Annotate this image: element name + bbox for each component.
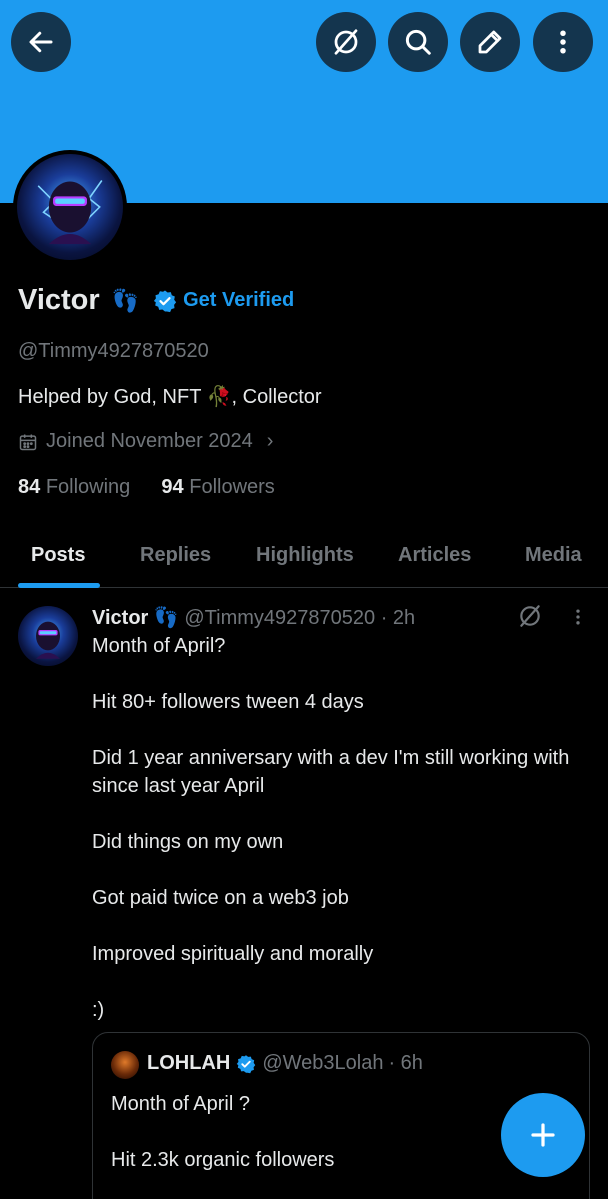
grok-icon[interactable] — [517, 603, 543, 629]
tab-media[interactable]: Media — [525, 544, 582, 567]
get-verified-link[interactable]: Get Verified — [183, 289, 294, 312]
profile-name: Victor — [18, 284, 100, 316]
edit-profile-button[interactable] — [460, 12, 520, 72]
profile-tabs: Posts Replies Highlights Articles Media — [0, 530, 608, 588]
joined-date-row[interactable]: Joined November 2024 › — [18, 430, 273, 453]
footprints-emoji: 👣 — [111, 287, 140, 313]
joined-date: Joined November 2024 — [46, 430, 253, 452]
post-line: :) — [92, 999, 105, 1021]
post-author-name[interactable]: Victor — [92, 607, 148, 629]
tab-highlights[interactable]: Highlights — [256, 544, 354, 567]
profile-bio: Helped by God, NFT 🥀, Collector — [18, 386, 322, 408]
post-author-avatar[interactable] — [18, 606, 78, 666]
follow-stats: 84 Following 94 Followers — [18, 476, 275, 499]
quoted-author-avatar — [111, 1051, 139, 1079]
quoted-line: Month of April ? — [111, 1093, 250, 1115]
more-vertical-icon[interactable] — [568, 607, 588, 627]
grok-icon — [334, 29, 358, 55]
active-tab-indicator — [18, 583, 100, 588]
post-header: Victor 👣 @Timmy4927870520 · 2h — [92, 605, 415, 630]
post-line: Did things on my own — [92, 831, 284, 853]
followers-link[interactable]: 94 Followers — [161, 476, 274, 498]
chevron-right-icon: › — [266, 430, 274, 452]
quoted-author-name: LOHLAH — [147, 1052, 231, 1074]
tab-articles[interactable]: Articles — [398, 544, 471, 567]
verified-badge-icon — [153, 290, 177, 312]
tab-posts[interactable]: Posts — [31, 544, 85, 567]
search-icon — [405, 29, 431, 55]
post-text: Month of April? Hit 80+ followers tween … — [92, 632, 572, 1024]
quoted-line: Hit 2.3k organic followers — [111, 1149, 335, 1171]
post-author-emoji: 👣 — [153, 607, 179, 629]
tab-replies[interactable]: Replies — [140, 544, 211, 567]
grok-button[interactable] — [316, 12, 376, 72]
post-line: Got paid twice on a web3 job — [92, 887, 349, 909]
compose-post-button[interactable] — [501, 1093, 585, 1177]
profile-handle: @Timmy4927870520 — [18, 340, 209, 362]
profile-avatar[interactable] — [13, 150, 127, 264]
quoted-post-text: Month of April ? Hit 2.3k organic follow… — [111, 1090, 334, 1174]
following-label: Following — [45, 476, 131, 498]
avatar-image — [17, 154, 123, 260]
post-line: Month of April? — [92, 635, 226, 657]
followers-count: 94 — [161, 476, 184, 498]
followers-label: Followers — [189, 476, 275, 498]
more-options-button[interactable] — [533, 12, 593, 72]
quoted-author-handle: @Web3Lolah — [262, 1052, 384, 1074]
post-line: Hit 80+ followers tween 4 days — [92, 691, 364, 713]
more-vertical-icon — [560, 30, 566, 54]
post-line: Did 1 year anniversary with a dev I'm st… — [92, 747, 570, 797]
search-button[interactable] — [388, 12, 448, 72]
calendar-icon — [19, 434, 37, 450]
post-line: Improved spiritually and morally — [92, 943, 374, 965]
post-author-handle[interactable]: @Timmy4927870520 — [184, 607, 375, 629]
back-button[interactable] — [11, 12, 71, 72]
back-arrow-icon — [29, 31, 53, 53]
profile-name-row: Victor 👣 Get Verified — [18, 284, 294, 317]
edit-icon — [478, 30, 502, 54]
following-link[interactable]: 84 Following — [18, 476, 130, 498]
verified-badge-icon — [237, 1054, 256, 1073]
following-count: 84 — [18, 476, 41, 498]
plus-icon — [531, 1123, 555, 1147]
quoted-post-header: LOHLAH @Web3Lolah · 6h — [147, 1052, 423, 1075]
post-time: · 2h — [380, 607, 416, 629]
quoted-post-time: · 6h — [388, 1052, 423, 1074]
